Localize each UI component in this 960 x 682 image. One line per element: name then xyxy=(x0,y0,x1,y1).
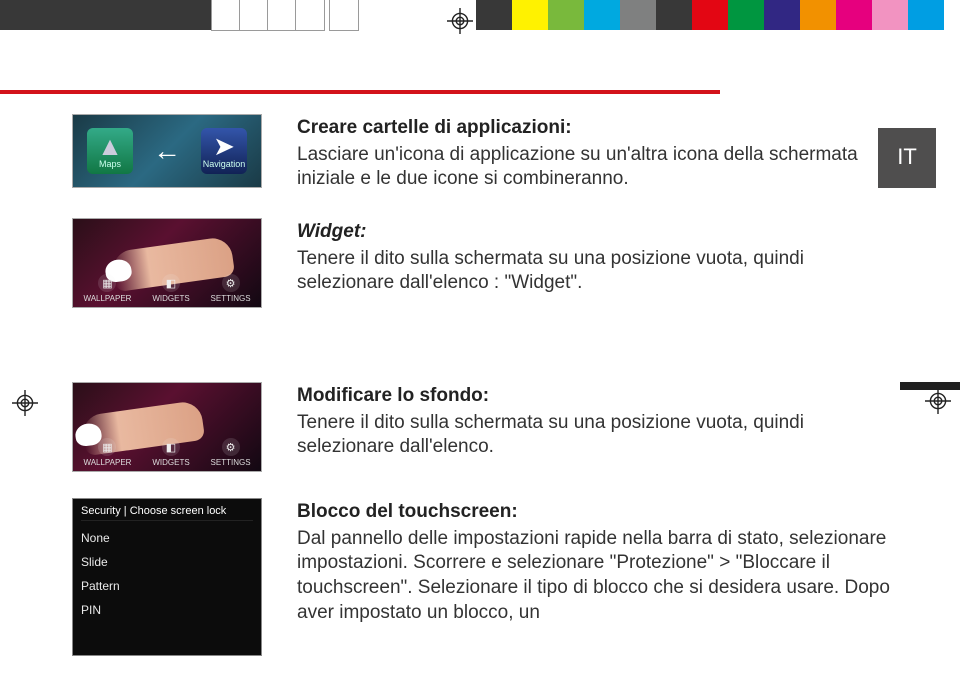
color-swatch xyxy=(240,0,268,30)
thumbnail-widget: ▦ WALLPAPER ◧ WIDGETS ⚙ SETTINGS xyxy=(72,218,262,308)
security-header: Security | Choose screen lock xyxy=(81,505,253,521)
color-swatch xyxy=(268,0,296,30)
color-swatch xyxy=(0,0,212,30)
security-option: PIN xyxy=(81,603,253,617)
thumbnail-wallpaper: ▦ WALLPAPER ◧ WIDGETS ⚙ SETTINGS xyxy=(72,382,262,472)
color-swatch xyxy=(656,0,692,30)
color-swatch xyxy=(692,0,728,30)
section-title: Blocco del touchscreen: xyxy=(297,500,892,525)
settings-icon: ⚙ xyxy=(222,274,240,292)
wallpaper-label: WALLPAPER xyxy=(83,294,131,303)
color-swatch xyxy=(212,0,240,30)
section-title: Creare cartelle di applicazioni: xyxy=(297,116,892,141)
color-swatch xyxy=(584,0,620,30)
widgets-label: WIDGETS xyxy=(152,458,189,467)
section-widget: ▦ WALLPAPER ◧ WIDGETS ⚙ SETTINGS Widget: Te… xyxy=(72,218,892,308)
color-swatch xyxy=(836,0,872,30)
nav-label: Navigation xyxy=(203,159,246,169)
color-swatch xyxy=(872,0,908,30)
registration-mark-icon xyxy=(12,390,38,416)
color-swatch xyxy=(330,0,358,30)
document-content: ▲ Maps ← ➤ Navigation Creare cartelle di… xyxy=(72,90,892,682)
section-lock: Security | Choose screen lock None Slide… xyxy=(72,498,892,656)
color-swatch xyxy=(620,0,656,30)
section-wallpaper: ▦ WALLPAPER ◧ WIDGETS ⚙ SETTINGS Modificare… xyxy=(72,382,892,472)
arrow-left-icon: ← xyxy=(153,135,181,167)
nav-glyph-icon: ➤ xyxy=(213,133,235,159)
section-title: Widget: xyxy=(297,220,892,245)
section-body: Tenere il dito sulla schermata su una po… xyxy=(297,411,892,460)
thumbnail-app-folder: ▲ Maps ← ➤ Navigation xyxy=(72,114,262,192)
section-body: Dal pannello delle impostazioni rapide n… xyxy=(297,527,892,626)
security-option: Slide xyxy=(81,555,253,569)
section-apps: ▲ Maps ← ➤ Navigation Creare cartelle di… xyxy=(72,114,892,192)
black-edge-mark xyxy=(900,382,960,390)
widgets-icon: ◧ xyxy=(162,438,180,456)
color-swatch xyxy=(512,0,548,30)
security-option: None xyxy=(81,531,253,545)
settings-label: SETTINGS xyxy=(211,294,251,303)
section-title: Modificare lo sfondo: xyxy=(297,384,892,409)
maps-glyph-icon: ▲ xyxy=(97,133,123,159)
thumbnail-security: Security | Choose screen lock None Slide… xyxy=(72,498,262,656)
navigation-app-icon: ➤ Navigation xyxy=(201,128,247,174)
security-option: Pattern xyxy=(81,579,253,593)
color-swatch xyxy=(764,0,800,30)
section-body: Tenere il dito sulla schermata su una po… xyxy=(297,247,892,296)
wallpaper-icon: ▦ xyxy=(98,438,116,456)
section-body: Lasciare un'icona di applicazione su un'… xyxy=(297,143,892,192)
registration-mark-icon xyxy=(925,388,951,414)
settings-icon: ⚙ xyxy=(222,438,240,456)
widgets-label: WIDGETS xyxy=(152,294,189,303)
color-swatch xyxy=(548,0,584,30)
color-swatch xyxy=(476,0,512,30)
color-swatch xyxy=(800,0,836,30)
registration-mark-icon xyxy=(447,8,473,34)
color-swatch xyxy=(296,0,324,30)
settings-label: SETTINGS xyxy=(211,458,251,467)
widgets-icon: ◧ xyxy=(162,274,180,292)
wallpaper-label: WALLPAPER xyxy=(83,458,131,467)
maps-label: Maps xyxy=(99,159,121,169)
maps-app-icon: ▲ Maps xyxy=(87,128,133,174)
color-swatch xyxy=(908,0,944,30)
color-swatch xyxy=(728,0,764,30)
wallpaper-icon: ▦ xyxy=(98,274,116,292)
print-color-bar xyxy=(0,0,960,30)
